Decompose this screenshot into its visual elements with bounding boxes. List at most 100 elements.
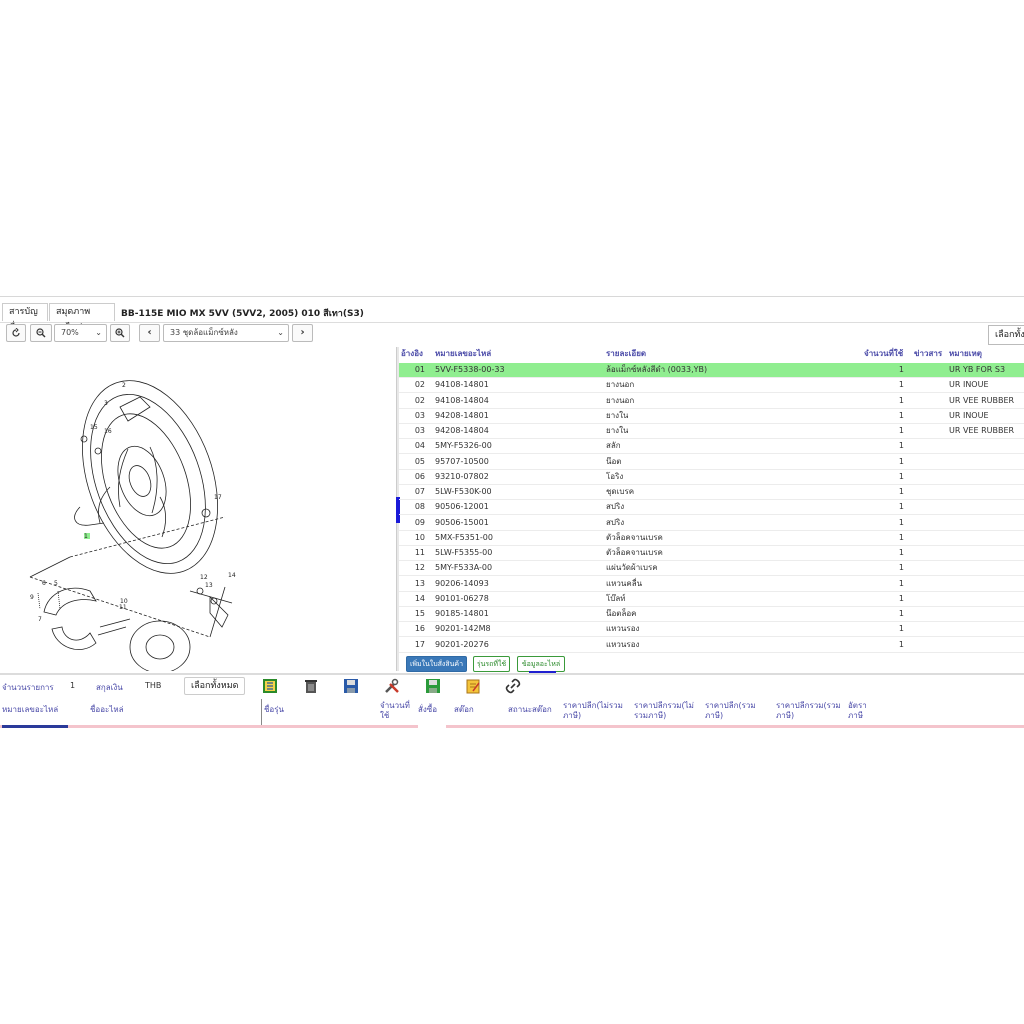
cart-empty-row	[0, 725, 1024, 728]
cart-col-stock[interactable]: สต๊อก	[454, 705, 474, 715]
cart-count-label: จำนวนรายการ	[2, 683, 54, 692]
part-qty: 1	[898, 593, 904, 603]
cart-col-retail-total-incl[interactable]: ราคาปลีกรวม(รวมภาษี)	[776, 701, 844, 721]
parts-table-row[interactable]: 17 90201-20276 แหวนรอง 1	[399, 638, 1024, 653]
zoom-select[interactable]: 70% ⌄	[54, 324, 107, 342]
link-icon[interactable]	[505, 678, 521, 694]
parts-table-row[interactable]: 02 94108-14804 ยางนอก 1 UR VEE RUBBER	[399, 394, 1024, 409]
part-description: ตัวล็อคจานเบรค	[606, 548, 663, 557]
zoom-in-button[interactable]	[110, 324, 130, 342]
horizontal-splitter[interactable]	[0, 673, 1024, 675]
parts-table-row[interactable]: 12 5MY-F533A-00 แผ่นวัดผ้าเบรค 1	[399, 561, 1024, 577]
cart-col-stock-status[interactable]: สถานะสต๊อก	[508, 705, 552, 715]
select-all-button-top[interactable]: เลือกทั้งหมด	[988, 325, 1024, 345]
trash-icon[interactable]	[303, 678, 319, 694]
zoom-out-icon	[36, 328, 46, 338]
cart-col-model[interactable]: ชื่อรุ่น	[264, 705, 284, 715]
diagram-label-15: 15	[90, 424, 98, 431]
part-description: แหวนคลื่น	[606, 578, 643, 588]
col-header-ref[interactable]: อ้างอิง	[401, 347, 423, 363]
col-header-qty[interactable]: จำนวนที่ใช้	[864, 347, 903, 363]
tools-icon[interactable]	[384, 678, 400, 694]
part-note: UR INOUE	[949, 380, 989, 390]
diagram-label-1: 1	[84, 533, 88, 540]
parts-table-row[interactable]: 03 94208-14801 ยางใน 1 UR INOUE	[399, 409, 1024, 424]
parts-table-row[interactable]: 13 90206-14093 แหวนคลื่น 1	[399, 577, 1024, 592]
diagram-label-13: 13	[205, 582, 213, 589]
cart-col-retail-incl[interactable]: ราคาปลีก(รวมภาษี)	[705, 701, 767, 721]
part-number: 90206-14093	[435, 578, 489, 588]
list-icon[interactable]	[262, 678, 278, 694]
parts-table-row[interactable]: 02 94108-14801 ยางนอก 1 UR INOUE	[399, 378, 1024, 394]
parts-table-row[interactable]: 14 90101-06278 โบ๊ลท์ 1	[399, 592, 1024, 607]
used-models-button[interactable]: รุ่นรถที่ใช้	[473, 656, 510, 672]
cart-col-retail-total-excl[interactable]: ราคาปลีกรวม(ไม่รวมภาษี)	[634, 701, 702, 721]
chevron-left-icon: ‹	[147, 327, 152, 338]
diagram-label-6: 6	[42, 580, 46, 587]
part-ref: 02	[414, 380, 425, 390]
cart-col-order[interactable]: สั่งซื้อ	[418, 705, 437, 715]
cart-order-cell	[418, 725, 446, 728]
col-header-desc[interactable]: รายละเอียด	[606, 347, 646, 363]
parts-table-row[interactable]: 15 90185-14801 น๊อตล็อค 1	[399, 607, 1024, 622]
parts-table-row[interactable]: 11 5LW-F5355-00 ตัวล็อคจานเบรค 1	[399, 546, 1024, 561]
part-qty: 1	[898, 456, 904, 466]
col-header-news[interactable]: ข่าวสาร	[914, 347, 942, 363]
parts-table-row[interactable]: 08 90506-12001 สปริง 1	[399, 500, 1024, 516]
parts-table-row[interactable]: 05 95707-10500 น๊อต 1	[399, 455, 1024, 470]
part-info-button[interactable]: ข้อมูลอะไหล่	[517, 656, 565, 672]
tab-index[interactable]: สารบัญชื่อ	[2, 303, 48, 333]
parts-table-row[interactable]: 03 94208-14804 ยางใน 1 UR VEE RUBBER	[399, 424, 1024, 439]
parts-table-row[interactable]: 10 5MX-F5351-00 ตัวล็อคจานเบรค 1	[399, 531, 1024, 546]
part-qty: 1	[898, 365, 904, 374]
parts-action-bar: เพิ่มในใบสั่งสินค้า รุ่นรถที่ใช้ ข้อมูลอ…	[399, 655, 1024, 673]
part-number: 5MX-F5351-00	[435, 532, 493, 542]
parts-table-row[interactable]: 04 5MY-F5326-00 สลัก 1	[399, 439, 1024, 455]
part-note: UR VEE RUBBER	[949, 426, 1015, 435]
part-description: แผ่นวัดผ้าเบรค	[606, 563, 658, 573]
part-qty: 1	[898, 578, 904, 588]
cart-column-divider[interactable]	[261, 699, 262, 727]
parts-table-row[interactable]: 07 5LW-F530K-00 ชุดเบรค 1	[399, 485, 1024, 500]
part-number: 90101-06278	[435, 593, 489, 603]
col-header-part-no[interactable]: หมายเลขอะไหล่	[435, 347, 491, 363]
part-qty: 1	[898, 609, 904, 618]
part-note: UR INOUE	[949, 410, 989, 420]
part-description: ยางใน	[606, 410, 629, 420]
sort-indicator	[2, 725, 68, 728]
prev-section-button[interactable]: ‹	[139, 324, 160, 342]
col-header-note[interactable]: หมายเหตุ	[949, 347, 982, 363]
add-to-cart-button[interactable]: เพิ่มในใบสั่งสินค้า	[406, 656, 467, 672]
cart-col-part-no[interactable]: หมายเลขอะไหล่	[2, 705, 58, 715]
parts-table-row[interactable]: 16 90201-142M8 แหวนรอง 1	[399, 622, 1024, 638]
part-ref: 01	[414, 365, 425, 374]
part-qty: 1	[898, 548, 904, 557]
cart-col-part-name[interactable]: ชื่ออะไหล่	[90, 705, 124, 715]
currency-label: สกุลเงิน	[96, 683, 123, 692]
parts-table-row[interactable]: 09 90506-15001 สปริง 1	[399, 516, 1024, 531]
zoom-out-button[interactable]	[30, 324, 52, 342]
part-ref: 17	[414, 639, 425, 649]
save-icon[interactable]	[343, 678, 359, 694]
tab-parts-book[interactable]: สมุดภาพอะไหล่	[49, 303, 115, 333]
refresh-button[interactable]	[6, 324, 26, 342]
part-number: 94208-14801	[435, 410, 489, 420]
diagram-label-5: 5	[54, 580, 58, 587]
exploded-parts-diagram[interactable]: 2 3 15 16 1 17 12 13 14 11 10 9 6 5 7	[0, 347, 396, 671]
save-green-icon[interactable]	[425, 678, 441, 694]
section-select[interactable]: 33 ชุดล้อแม็กซ์หลัง ⌄	[163, 324, 289, 342]
parts-table-row[interactable]: 06 93210-07802 โอริง 1	[399, 470, 1024, 485]
currency-value: THB	[145, 681, 162, 690]
part-description: สลัก	[606, 441, 621, 451]
part-description: โอริง	[606, 471, 624, 481]
part-ref: 16	[414, 624, 425, 634]
next-section-button[interactable]: ›	[292, 324, 313, 342]
cart-col-tax-rate[interactable]: อัตราภาษี	[848, 701, 874, 721]
cart-col-qty-used[interactable]: จำนวนที่ใช้	[380, 701, 414, 721]
edit-note-icon[interactable]	[465, 678, 481, 694]
part-description: โบ๊ลท์	[606, 593, 626, 603]
diagram-label-17: 17	[214, 494, 222, 501]
select-all-button-cart[interactable]: เลือกทั้งหมด	[184, 677, 246, 695]
parts-table-row[interactable]: 01 5VV-F5338-00-33 ล้อแม็กซ์หลังสีดำ (0033…	[399, 363, 1024, 378]
cart-col-retail-excl[interactable]: ราคาปลีก(ไม่รวมภาษี)	[563, 701, 629, 721]
